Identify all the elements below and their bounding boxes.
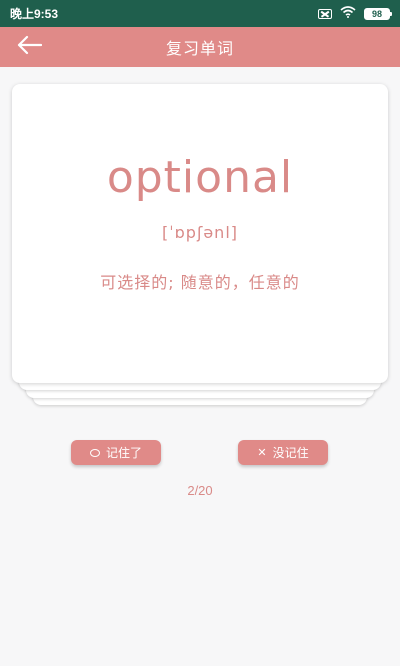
progress-counter: 2/20: [187, 483, 213, 498]
meaning-text: 可选择的; 随意的，任意的: [100, 273, 300, 292]
not-remembered-button[interactable]: ✕ 没记住: [238, 440, 328, 465]
circle-icon: [89, 448, 100, 457]
remembered-label: 记住了: [105, 446, 142, 460]
sim-error-icon: [318, 8, 332, 19]
remembered-button[interactable]: 记住了: [71, 440, 161, 465]
arrow-left-icon: [16, 35, 43, 59]
battery-icon: 98: [364, 7, 392, 20]
back-button[interactable]: [12, 31, 46, 63]
status-icons: 98: [318, 6, 392, 21]
status-bar: 晚上9:53 98: [0, 0, 400, 27]
word-text: optional: [106, 152, 294, 203]
page-title: 复习单词: [165, 39, 234, 58]
not-remembered-label: 没记住: [272, 446, 309, 460]
phonetic-text: [ˈɒpʃənl]: [162, 223, 238, 242]
status-time: 晚上9:53: [10, 7, 59, 21]
x-icon: ✕: [257, 446, 267, 459]
wifi-icon: [340, 6, 356, 21]
app-bar: 复习单词: [0, 27, 400, 67]
